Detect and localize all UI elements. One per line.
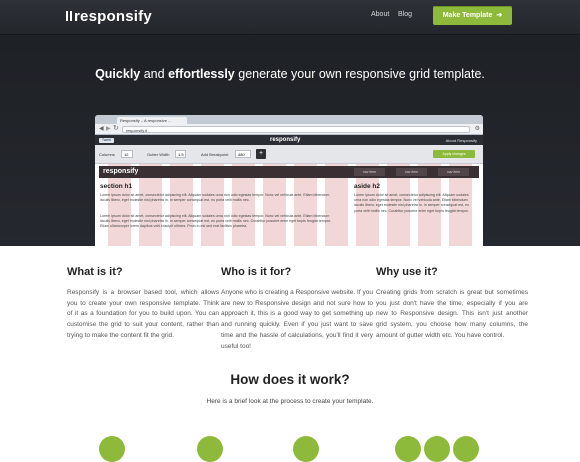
site-logo-text: responsify [74,8,152,25]
preview-header: responsify nav item nav item nav item [99,166,479,178]
preview-section-heading: section h1 [100,183,133,190]
app-preview: Tweet responsify About Responsify Column… [95,135,483,246]
preview-aside-paragraph: Lorem ipsum dolor sit amet, consectetur … [354,193,470,213]
browser-tab-strip: Responsify – A responsive ... [95,115,483,124]
preview-nav-item: nav item [354,168,385,176]
logo-bars-icon [66,11,72,21]
make-template-button[interactable]: Make Template ➔ [433,6,512,25]
site-logo[interactable]: responsify [66,8,152,25]
preview-nav-item: nav item [396,168,427,176]
browser-toolbar: ◀ ▶ ↻ responsify.it ⚙ [95,124,483,135]
add-breakpoint-button: + [256,149,266,159]
make-template-label: Make Template [442,12,493,19]
headline-and: and [140,67,169,81]
wrench-icon: ⚙ [474,126,480,132]
app-logo: responsify [270,137,301,143]
grid-preview: responsify nav item nav item nav item se… [95,164,483,246]
arrow-right-icon: ➔ [496,12,503,19]
preview-logo: responsify [103,168,139,175]
feature-body-what: Responsify is a browser based tool, whic… [67,289,219,339]
headline-effortlessly: effortlessly [168,67,235,81]
headline-rest: generate your own responsive grid templa… [234,67,485,81]
preview-paragraph: Lorem ipsum dolor sit amet, consectetur … [100,193,330,203]
feature-body-why: Creating grids from scratch is great but… [376,289,528,339]
preview-aside-heading: aside h2 [354,183,381,190]
browser-tab: Responsify – A responsive ... [117,117,187,124]
gutter-input: 1.5 [175,150,186,158]
feature-title-what: What is it? [67,266,123,278]
nav-link-about[interactable]: About [371,11,389,18]
app-about-link: About Responsify [445,138,477,143]
app-header: Tweet responsify About Responsify [95,135,483,145]
how-it-works-heading: How does it work? [230,372,350,387]
apply-changes-button: Apply changes [433,150,475,158]
hero-headline: Quickly and effortlessly generate your o… [0,67,580,81]
browser-screenshot: Responsify – A responsive ... ◀ ▶ ↻ resp… [95,115,483,246]
browser-address-bar: responsify.it [122,125,470,133]
columns-label: Columns [99,152,115,157]
back-arrow-icon: ◀ [99,126,104,132]
forward-arrow-icon: ▶ [106,126,111,132]
feature-body-who: Anyone who is creating a Responsive webs… [221,289,373,350]
headline-quickly: Quickly [95,67,141,81]
feature-title-why: Why use it? [376,266,438,278]
preview-paragraph: Lorem ipsum dolor sit amet, consectetur … [100,214,331,229]
breakpoint-label: Add Breakpoint [201,152,229,157]
breakpoint-input: 480 [235,150,251,158]
app-controls: Columns 12 Gutter Width 1.5 Add Breakpoi… [95,145,483,164]
reload-icon: ↻ [113,125,119,132]
top-navigation-bar: responsify About Blog Make Template ➔ [0,0,580,35]
how-it-works-subtitle: Here is a brief look at the process to c… [206,398,374,405]
preview-nav-item: nav item [438,168,469,176]
nav-link-blog[interactable]: Blog [398,11,412,18]
feature-title-who: Who is it for? [221,266,292,278]
columns-input: 12 [121,150,133,158]
tweet-button: Tweet [99,137,114,143]
hero-section: responsify About Blog Make Template ➔ Qui… [0,0,580,246]
gutter-label: Gutter Width [147,152,170,157]
